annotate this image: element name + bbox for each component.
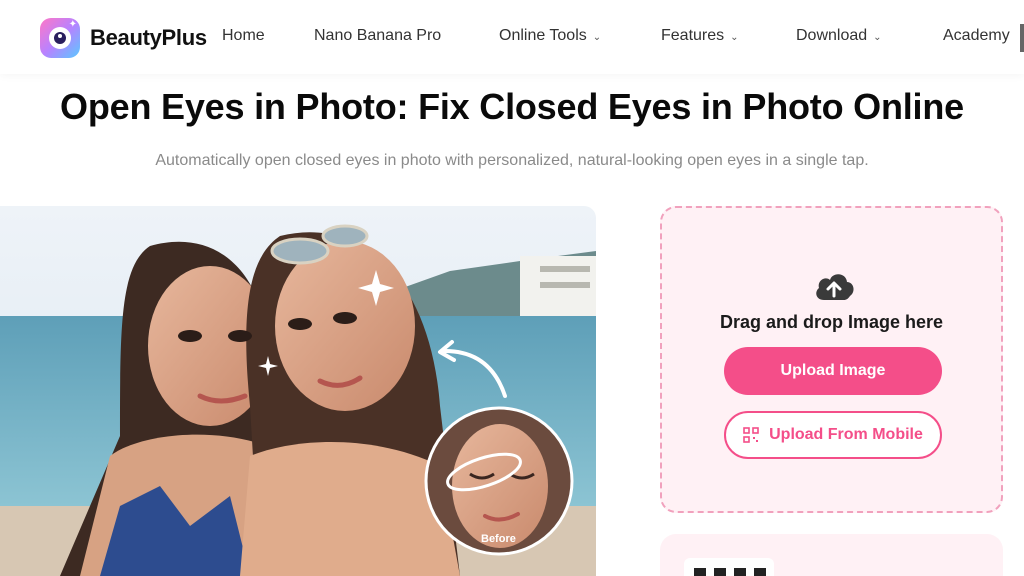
brand-name: BeautyPlus	[90, 25, 207, 50]
nav-academy[interactable]: Academy	[943, 27, 1010, 45]
page-subtitle: Automatically open closed eyes in photo …	[155, 152, 869, 169]
upload-from-mobile-label: Upload From Mobile	[769, 426, 923, 443]
drag-drop-text: Drag and drop Image here	[719, 312, 944, 332]
nav-download-label: Download	[796, 27, 868, 44]
qr-code-icon	[743, 427, 759, 443]
chevron-down-icon: ⌄	[873, 31, 882, 43]
chevron-down-icon: ⌄	[592, 31, 602, 43]
nav-online-tools-label: Online Tools	[499, 27, 587, 44]
nav-home[interactable]: Home	[222, 27, 265, 45]
chevron-down-icon: ⌄	[730, 31, 739, 43]
nav-online-tools[interactable]: Online Tools ⌄	[499, 27, 601, 45]
logo-icon: ✦	[40, 18, 80, 58]
nav-download[interactable]: Download ⌄	[796, 27, 882, 45]
nav-nano-label: Nano Banana Pro	[314, 27, 442, 44]
page-title: Open Eyes in Photo: Fix Closed Eyes in P…	[60, 86, 964, 127]
upload-from-mobile-button[interactable]: Upload From Mobile	[724, 411, 942, 459]
nav-home-label: Home	[222, 27, 265, 44]
upload-image-button[interactable]: Upload Image	[724, 347, 942, 395]
before-after-photo: Before	[0, 206, 596, 576]
upload-dropzone[interactable]: Drag and drop Image here Upload Image Up…	[660, 206, 1003, 513]
nav-nano-banana-pro[interactable]: Nano Banana Pro	[314, 27, 441, 45]
qr-code-icon	[684, 558, 774, 576]
nav-features-label: Features	[661, 27, 725, 44]
brand-logo[interactable]: ✦ BeautyPlus	[40, 18, 207, 58]
top-nav: ✦ BeautyPlus Home Nano Banana Pro Online…	[0, 0, 1024, 74]
cloud-upload-icon	[816, 274, 854, 300]
before-label: Before	[481, 533, 516, 545]
nav-features[interactable]: Features ⌄	[661, 27, 739, 45]
nav-academy-label: Academy	[943, 27, 1010, 44]
qr-panel	[660, 534, 1003, 576]
scroll-edge	[1020, 24, 1024, 52]
